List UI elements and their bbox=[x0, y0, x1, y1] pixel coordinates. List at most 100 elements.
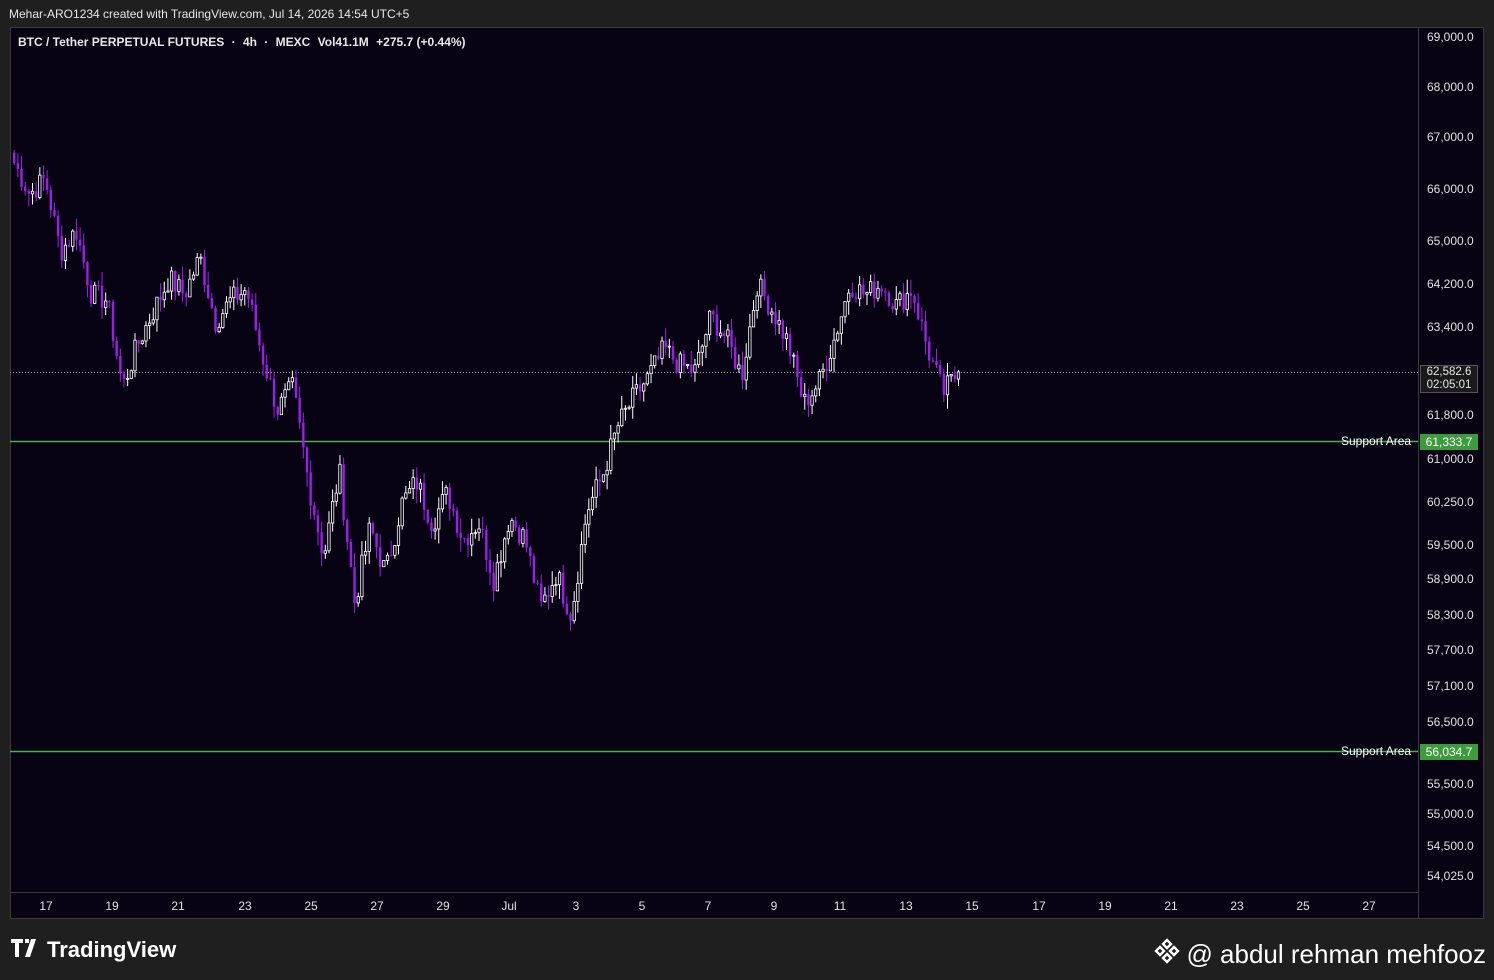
candle-down bbox=[485, 529, 488, 560]
candle-up bbox=[876, 288, 880, 299]
price-tick-label: 61,000.0 bbox=[1427, 452, 1474, 466]
candle-up bbox=[836, 332, 840, 341]
candle-up bbox=[327, 522, 331, 552]
candle-down bbox=[159, 297, 162, 300]
candle-up bbox=[590, 496, 595, 511]
tradingview-logo[interactable]: TradingView bbox=[11, 937, 176, 963]
candle-down bbox=[389, 555, 393, 557]
candle-up bbox=[367, 522, 371, 552]
time-tick-label: 9 bbox=[770, 899, 778, 913]
candle-down bbox=[565, 603, 569, 615]
candle-up bbox=[784, 333, 789, 340]
candle-down bbox=[463, 537, 466, 539]
candle-up bbox=[660, 340, 664, 359]
candle-up bbox=[144, 325, 148, 342]
candle-up bbox=[865, 292, 869, 295]
symbol-legend[interactable]: BTC / Tether PERPETUAL FUTURES · 4h · ME… bbox=[18, 35, 470, 49]
candle-down bbox=[452, 508, 455, 511]
candle-down bbox=[488, 559, 492, 573]
candle-down bbox=[320, 532, 323, 554]
candle-down bbox=[89, 285, 93, 304]
candle-up bbox=[858, 284, 862, 300]
candle-down bbox=[690, 364, 693, 373]
candle-up bbox=[737, 364, 741, 370]
candle-down bbox=[250, 299, 254, 305]
candle-up bbox=[708, 310, 712, 336]
candle-up bbox=[693, 364, 697, 373]
candle-down bbox=[305, 447, 309, 473]
candle-down bbox=[920, 319, 924, 322]
candle-countdown: 02:05:01 bbox=[1426, 378, 1472, 391]
time-tick-label: 23 bbox=[238, 899, 252, 913]
candle-up bbox=[605, 469, 609, 476]
candle-down bbox=[529, 547, 532, 557]
candle-up bbox=[612, 432, 617, 440]
candle-down bbox=[342, 464, 345, 520]
candle-up bbox=[338, 463, 342, 494]
candle-up bbox=[956, 371, 961, 380]
candle-down bbox=[214, 307, 217, 332]
candle-up bbox=[440, 494, 445, 510]
candle-up bbox=[817, 371, 822, 390]
candle-down bbox=[763, 279, 766, 297]
support-line-label: Support Area bbox=[1341, 743, 1412, 758]
candle-down bbox=[547, 595, 550, 597]
candle-down bbox=[902, 293, 905, 310]
time-tick-label: 25 bbox=[304, 899, 318, 913]
candle-down bbox=[514, 520, 517, 528]
candle-down bbox=[715, 314, 719, 336]
volume-label: Vol41.1M bbox=[317, 35, 369, 49]
candle-down bbox=[45, 178, 49, 190]
candle-down bbox=[349, 542, 353, 568]
candle-up bbox=[759, 278, 763, 297]
candle-down bbox=[675, 359, 678, 373]
candle-up bbox=[228, 297, 232, 303]
price-tick-label: 66,000.0 bbox=[1427, 182, 1474, 196]
candle-up bbox=[224, 301, 229, 314]
candle-down bbox=[258, 329, 261, 346]
candle-up bbox=[898, 293, 902, 300]
candle-down bbox=[426, 509, 429, 523]
candle-down bbox=[203, 257, 206, 285]
candle-down bbox=[20, 168, 23, 187]
candle-up bbox=[755, 295, 759, 311]
candle-up bbox=[133, 339, 137, 372]
candle-down bbox=[562, 572, 565, 604]
price-tick-label: 60,250.0 bbox=[1427, 495, 1474, 509]
candle-up bbox=[195, 257, 199, 276]
candle-up bbox=[792, 354, 796, 357]
candle-up bbox=[949, 374, 953, 377]
time-tick-label: 21 bbox=[1164, 899, 1178, 913]
candle-down bbox=[375, 533, 378, 548]
candle-down bbox=[206, 284, 210, 299]
candle-down bbox=[174, 271, 177, 292]
candle-up bbox=[810, 395, 814, 406]
candle-up bbox=[945, 375, 950, 396]
chart-canvas[interactable] bbox=[0, 0, 1494, 980]
candle-up bbox=[594, 479, 598, 498]
candle-up bbox=[188, 278, 192, 298]
time-tick-label: 27 bbox=[1362, 899, 1376, 913]
candle-up bbox=[550, 585, 554, 597]
candle-up bbox=[642, 383, 646, 392]
candle-up bbox=[217, 327, 221, 332]
candle-up bbox=[148, 322, 152, 326]
change-label: +275.7 (+0.44%) bbox=[376, 35, 466, 49]
candle-down bbox=[415, 477, 418, 490]
candle-up bbox=[700, 345, 704, 353]
time-tick-label: 25 bbox=[1296, 899, 1310, 913]
candle-up bbox=[543, 594, 547, 602]
candle-down bbox=[459, 532, 462, 538]
symbol-name: BTC / Tether PERPETUAL FUTURES bbox=[18, 35, 225, 49]
candle-down bbox=[455, 510, 459, 533]
candle-down bbox=[938, 365, 942, 374]
candle-up bbox=[104, 300, 108, 308]
price-axis-border bbox=[1418, 28, 1419, 918]
candle-down bbox=[247, 290, 250, 300]
candle-down bbox=[309, 472, 312, 506]
candle-up bbox=[418, 482, 423, 490]
candle-down bbox=[913, 295, 916, 303]
candle-up bbox=[232, 286, 236, 299]
candle-up bbox=[554, 584, 558, 587]
candle-down bbox=[807, 394, 810, 406]
